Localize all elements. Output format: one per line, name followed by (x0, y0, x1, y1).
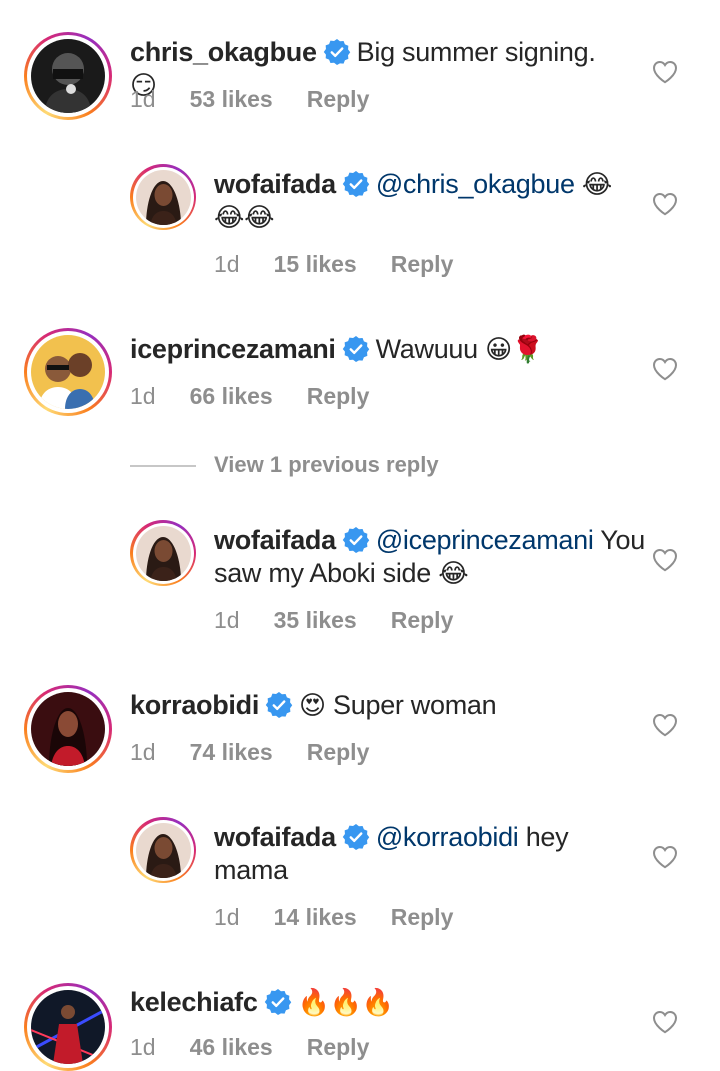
like-heart-icon[interactable] (652, 713, 678, 737)
timestamp: 1d (130, 739, 156, 765)
comment-meta: 1d 15 likes Reply (214, 251, 487, 278)
comment-text: hey (525, 822, 569, 852)
like-heart-icon[interactable] (652, 845, 678, 869)
like-heart-icon[interactable] (652, 192, 678, 216)
verified-badge-icon (342, 170, 370, 198)
likes-count[interactable]: 14 likes (274, 904, 357, 930)
verified-badge-icon (342, 335, 370, 363)
verified-badge-icon (342, 526, 370, 554)
comment-meta: 1d 66 likes Reply (130, 383, 403, 410)
comment-body: iceprincezamani Wawuuu 😀🌹 (130, 333, 630, 366)
comment-body: wofaifada @korraobidi hey mama (214, 821, 654, 887)
comment-text: You (600, 525, 645, 555)
verified-badge-icon (323, 38, 351, 66)
comment-text: Big summer signing. (356, 37, 596, 67)
avatar[interactable] (130, 164, 196, 230)
comment-body: wofaifada @chris_okagbue 😂 😂😂 (214, 168, 634, 234)
fire-emoji-icon: 🔥🔥🔥 (297, 987, 395, 1017)
timestamp: 1d (130, 1034, 156, 1060)
view-previous-label[interactable]: View 1 previous reply (214, 452, 439, 478)
mention-link[interactable]: @iceprincezamani (376, 525, 594, 555)
reply-button[interactable]: Reply (391, 904, 454, 930)
comment-text: Wawuuu (375, 334, 479, 364)
like-heart-icon[interactable] (652, 548, 678, 572)
avatar[interactable] (130, 520, 196, 586)
username[interactable]: chris_okagbue (130, 37, 317, 67)
username[interactable]: kelechiafc (130, 987, 258, 1017)
laughing-emoji-icon: 😂 (581, 169, 612, 199)
likes-count[interactable]: 66 likes (190, 383, 273, 409)
comment-text-cont: mama (214, 855, 288, 885)
comment-body: wofaifada @iceprincezamani You saw my Abok… (214, 524, 654, 590)
view-previous-replies[interactable]: View 1 previous reply (130, 452, 530, 482)
avatar[interactable] (24, 32, 112, 120)
mention-link[interactable]: @chris_okagbue (376, 169, 575, 199)
heart-eyes-emoji-icon: 😍 (299, 690, 326, 720)
likes-count[interactable]: 53 likes (190, 86, 273, 112)
username[interactable]: wofaifada (214, 822, 336, 852)
timestamp: 1d (214, 251, 240, 277)
username[interactable]: wofaifada (214, 169, 336, 199)
comment-meta: 1d 46 likes Reply (130, 1034, 403, 1061)
username[interactable]: korraobidi (130, 690, 259, 720)
comment-meta: 1d 53 likes Reply (130, 86, 403, 113)
timestamp: 1d (130, 383, 156, 409)
laughing-emoji-icon: 😂😂 (214, 202, 275, 232)
avatar[interactable] (24, 983, 112, 1071)
reply-button[interactable]: Reply (307, 739, 370, 765)
reply-button[interactable]: Reply (391, 607, 454, 633)
username[interactable]: iceprincezamani (130, 334, 336, 364)
comment-text-cont: saw my Aboki side (214, 558, 431, 588)
likes-count[interactable]: 35 likes (274, 607, 357, 633)
comment-body: kelechiafc 🔥🔥🔥 (130, 986, 630, 1019)
username[interactable]: wofaifada (214, 525, 336, 555)
timestamp: 1d (214, 904, 240, 930)
avatar[interactable] (130, 817, 196, 883)
reply-button[interactable]: Reply (391, 251, 454, 277)
avatar[interactable] (24, 328, 112, 416)
like-heart-icon[interactable] (652, 60, 678, 84)
comment-meta: 1d 35 likes Reply (214, 607, 487, 634)
reply-button[interactable]: Reply (307, 1034, 370, 1060)
like-heart-icon[interactable] (652, 1010, 678, 1034)
grin-rose-emoji-icon: 😀🌹 (485, 334, 544, 364)
verified-badge-icon (342, 823, 370, 851)
comment-body: korraobidi 😍 Super woman (130, 689, 630, 722)
divider (130, 465, 196, 467)
verified-badge-icon (265, 691, 293, 719)
likes-count[interactable]: 46 likes (190, 1034, 273, 1060)
verified-badge-icon (264, 988, 292, 1016)
timestamp: 1d (130, 86, 156, 112)
comment-text: Super woman (333, 690, 497, 720)
mention-link[interactable]: @korraobidi (376, 822, 519, 852)
comment-meta: 1d 74 likes Reply (130, 739, 403, 766)
laughing-emoji-icon: 😂 (438, 558, 469, 588)
reply-button[interactable]: Reply (307, 383, 370, 409)
comment-meta: 1d 14 likes Reply (214, 904, 487, 931)
like-heart-icon[interactable] (652, 357, 678, 381)
likes-count[interactable]: 15 likes (274, 251, 357, 277)
timestamp: 1d (214, 607, 240, 633)
avatar[interactable] (24, 685, 112, 773)
reply-button[interactable]: Reply (307, 86, 370, 112)
likes-count[interactable]: 74 likes (190, 739, 273, 765)
